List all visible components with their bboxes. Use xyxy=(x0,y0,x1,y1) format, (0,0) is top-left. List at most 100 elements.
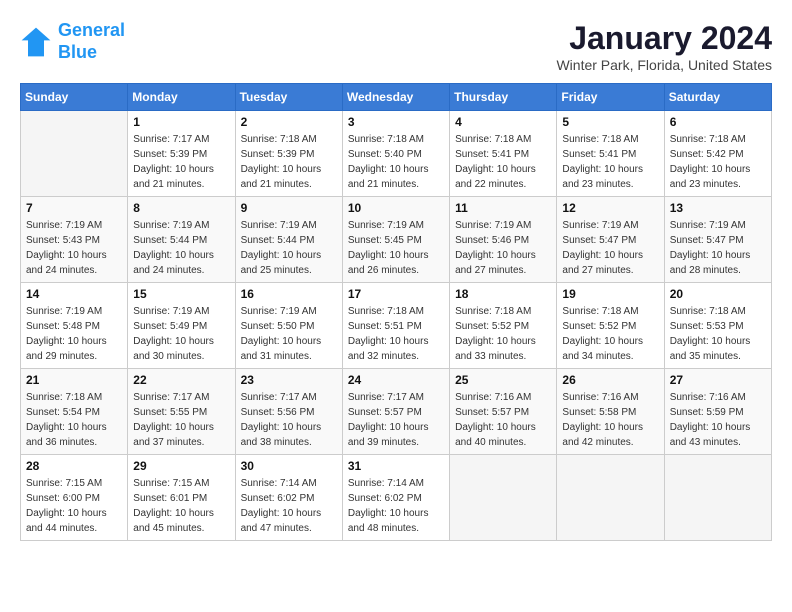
calendar-cell: 14 Sunrise: 7:19 AM Sunset: 5:48 PM Dayli… xyxy=(21,283,128,369)
day-number: 20 xyxy=(670,287,766,301)
day-number: 31 xyxy=(348,459,444,473)
day-number: 4 xyxy=(455,115,551,129)
day-number: 6 xyxy=(670,115,766,129)
day-info: Sunrise: 7:18 AM Sunset: 5:39 PM Dayligh… xyxy=(241,132,337,192)
calendar-cell: 26 Sunrise: 7:16 AM Sunset: 5:58 PM Dayli… xyxy=(557,369,664,455)
day-info: Sunrise: 7:16 AM Sunset: 5:58 PM Dayligh… xyxy=(562,390,658,450)
calendar-cell: 18Sunrise: 7:18 AM Sunset: 5:52 PM Dayli… xyxy=(450,283,557,369)
day-info: Sunrise: 7:16 AM Sunset: 5:57 PM Dayligh… xyxy=(455,390,551,450)
calendar-cell: 31 Sunrise: 7:14 AM Sunset: 6:02 PM Dayli… xyxy=(342,455,449,541)
page-header: General Blue January 2024 Winter Park, F… xyxy=(20,20,772,73)
day-info: Sunrise: 7:19 AM Sunset: 5:46 PM Dayligh… xyxy=(455,218,551,278)
calendar-cell xyxy=(664,455,771,541)
calendar-week-row: 14 Sunrise: 7:19 AM Sunset: 5:48 PM Dayli… xyxy=(21,283,772,369)
day-number: 12 xyxy=(562,201,658,215)
title-area: January 2024 Winter Park, Florida, Unite… xyxy=(556,20,772,73)
calendar-table: SundayMondayTuesdayWednesdayThursdayFrid… xyxy=(20,83,772,541)
calendar-week-row: 21Sunrise: 7:18 AM Sunset: 5:54 PM Dayli… xyxy=(21,369,772,455)
calendar-cell: 24 Sunrise: 7:17 AM Sunset: 5:57 PM Dayli… xyxy=(342,369,449,455)
day-number: 14 xyxy=(26,287,122,301)
day-info: Sunrise: 7:17 AM Sunset: 5:57 PM Dayligh… xyxy=(348,390,444,450)
day-number: 21 xyxy=(26,373,122,387)
calendar-cell: 30 Sunrise: 7:14 AM Sunset: 6:02 PM Dayli… xyxy=(235,455,342,541)
day-number: 15 xyxy=(133,287,229,301)
logo-text: General Blue xyxy=(58,20,125,63)
day-info: Sunrise: 7:19 AM Sunset: 5:44 PM Dayligh… xyxy=(133,218,229,278)
day-info: Sunrise: 7:19 AM Sunset: 5:47 PM Dayligh… xyxy=(670,218,766,278)
day-number: 19 xyxy=(562,287,658,301)
day-info: Sunrise: 7:18 AM Sunset: 5:41 PM Dayligh… xyxy=(455,132,551,192)
calendar-cell: 27Sunrise: 7:16 AM Sunset: 5:59 PM Dayli… xyxy=(664,369,771,455)
logo: General Blue xyxy=(20,20,125,63)
day-info: Sunrise: 7:19 AM Sunset: 5:47 PM Dayligh… xyxy=(562,218,658,278)
day-number: 22 xyxy=(133,373,229,387)
calendar-cell: 4 Sunrise: 7:18 AM Sunset: 5:41 PM Daylig… xyxy=(450,111,557,197)
calendar-day-header: Wednesday xyxy=(342,84,449,111)
calendar-day-header: Saturday xyxy=(664,84,771,111)
calendar-cell: 20Sunrise: 7:18 AM Sunset: 5:53 PM Dayli… xyxy=(664,283,771,369)
logo-icon xyxy=(20,26,52,58)
calendar-cell: 21Sunrise: 7:18 AM Sunset: 5:54 PM Dayli… xyxy=(21,369,128,455)
calendar-cell: 5Sunrise: 7:18 AM Sunset: 5:41 PM Daylig… xyxy=(557,111,664,197)
day-number: 25 xyxy=(455,373,551,387)
calendar-cell: 28 Sunrise: 7:15 AM Sunset: 6:00 PM Dayli… xyxy=(21,455,128,541)
day-info: Sunrise: 7:18 AM Sunset: 5:51 PM Dayligh… xyxy=(348,304,444,364)
day-number: 11 xyxy=(455,201,551,215)
calendar-week-row: 28 Sunrise: 7:15 AM Sunset: 6:00 PM Dayli… xyxy=(21,455,772,541)
calendar-cell: 25 Sunrise: 7:16 AM Sunset: 5:57 PM Dayli… xyxy=(450,369,557,455)
day-number: 26 xyxy=(562,373,658,387)
day-info: Sunrise: 7:15 AM Sunset: 6:00 PM Dayligh… xyxy=(26,476,122,536)
day-info: Sunrise: 7:19 AM Sunset: 5:48 PM Dayligh… xyxy=(26,304,122,364)
day-info: Sunrise: 7:14 AM Sunset: 6:02 PM Dayligh… xyxy=(348,476,444,536)
day-info: Sunrise: 7:19 AM Sunset: 5:50 PM Dayligh… xyxy=(241,304,337,364)
day-info: Sunrise: 7:14 AM Sunset: 6:02 PM Dayligh… xyxy=(241,476,337,536)
calendar-cell: 22Sunrise: 7:17 AM Sunset: 5:55 PM Dayli… xyxy=(128,369,235,455)
calendar-cell: 1Sunrise: 7:17 AM Sunset: 5:39 PM Daylig… xyxy=(128,111,235,197)
calendar-cell: 19 Sunrise: 7:18 AM Sunset: 5:52 PM Dayli… xyxy=(557,283,664,369)
day-number: 28 xyxy=(26,459,122,473)
day-number: 30 xyxy=(241,459,337,473)
day-number: 10 xyxy=(348,201,444,215)
day-info: Sunrise: 7:18 AM Sunset: 5:40 PM Dayligh… xyxy=(348,132,444,192)
day-number: 17 xyxy=(348,287,444,301)
day-info: Sunrise: 7:19 AM Sunset: 5:43 PM Dayligh… xyxy=(26,218,122,278)
day-info: Sunrise: 7:18 AM Sunset: 5:42 PM Dayligh… xyxy=(670,132,766,192)
day-number: 23 xyxy=(241,373,337,387)
day-info: Sunrise: 7:18 AM Sunset: 5:41 PM Dayligh… xyxy=(562,132,658,192)
day-number: 8 xyxy=(133,201,229,215)
calendar-week-row: 7 Sunrise: 7:19 AM Sunset: 5:43 PM Daylig… xyxy=(21,197,772,283)
logo-blue: Blue xyxy=(58,42,97,62)
calendar-header: SundayMondayTuesdayWednesdayThursdayFrid… xyxy=(21,84,772,111)
day-info: Sunrise: 7:18 AM Sunset: 5:52 PM Dayligh… xyxy=(562,304,658,364)
calendar-day-header: Monday xyxy=(128,84,235,111)
calendar-day-header: Friday xyxy=(557,84,664,111)
calendar-cell: 17 Sunrise: 7:18 AM Sunset: 5:51 PM Dayli… xyxy=(342,283,449,369)
day-number: 3 xyxy=(348,115,444,129)
day-info: Sunrise: 7:19 AM Sunset: 5:49 PM Dayligh… xyxy=(133,304,229,364)
calendar-cell xyxy=(557,455,664,541)
calendar-cell: 15 Sunrise: 7:19 AM Sunset: 5:49 PM Dayli… xyxy=(128,283,235,369)
day-number: 29 xyxy=(133,459,229,473)
calendar-cell: 12 Sunrise: 7:19 AM Sunset: 5:47 PM Dayli… xyxy=(557,197,664,283)
day-info: Sunrise: 7:17 AM Sunset: 5:56 PM Dayligh… xyxy=(241,390,337,450)
calendar-day-header: Thursday xyxy=(450,84,557,111)
day-info: Sunrise: 7:15 AM Sunset: 6:01 PM Dayligh… xyxy=(133,476,229,536)
calendar-cell: 16 Sunrise: 7:19 AM Sunset: 5:50 PM Dayli… xyxy=(235,283,342,369)
page-title: January 2024 xyxy=(556,20,772,57)
day-info: Sunrise: 7:16 AM Sunset: 5:59 PM Dayligh… xyxy=(670,390,766,450)
calendar-cell: 11 Sunrise: 7:19 AM Sunset: 5:46 PM Dayli… xyxy=(450,197,557,283)
day-number: 1 xyxy=(133,115,229,129)
day-number: 24 xyxy=(348,373,444,387)
calendar-cell xyxy=(450,455,557,541)
calendar-day-header: Tuesday xyxy=(235,84,342,111)
logo-general: General xyxy=(58,20,125,40)
calendar-cell: 13Sunrise: 7:19 AM Sunset: 5:47 PM Dayli… xyxy=(664,197,771,283)
day-info: Sunrise: 7:19 AM Sunset: 5:45 PM Dayligh… xyxy=(348,218,444,278)
calendar-cell xyxy=(21,111,128,197)
day-number: 7 xyxy=(26,201,122,215)
calendar-cell: 23 Sunrise: 7:17 AM Sunset: 5:56 PM Dayli… xyxy=(235,369,342,455)
page-subtitle: Winter Park, Florida, United States xyxy=(556,57,772,73)
calendar-cell: 9Sunrise: 7:19 AM Sunset: 5:44 PM Daylig… xyxy=(235,197,342,283)
day-number: 16 xyxy=(241,287,337,301)
calendar-cell: 3 Sunrise: 7:18 AM Sunset: 5:40 PM Daylig… xyxy=(342,111,449,197)
